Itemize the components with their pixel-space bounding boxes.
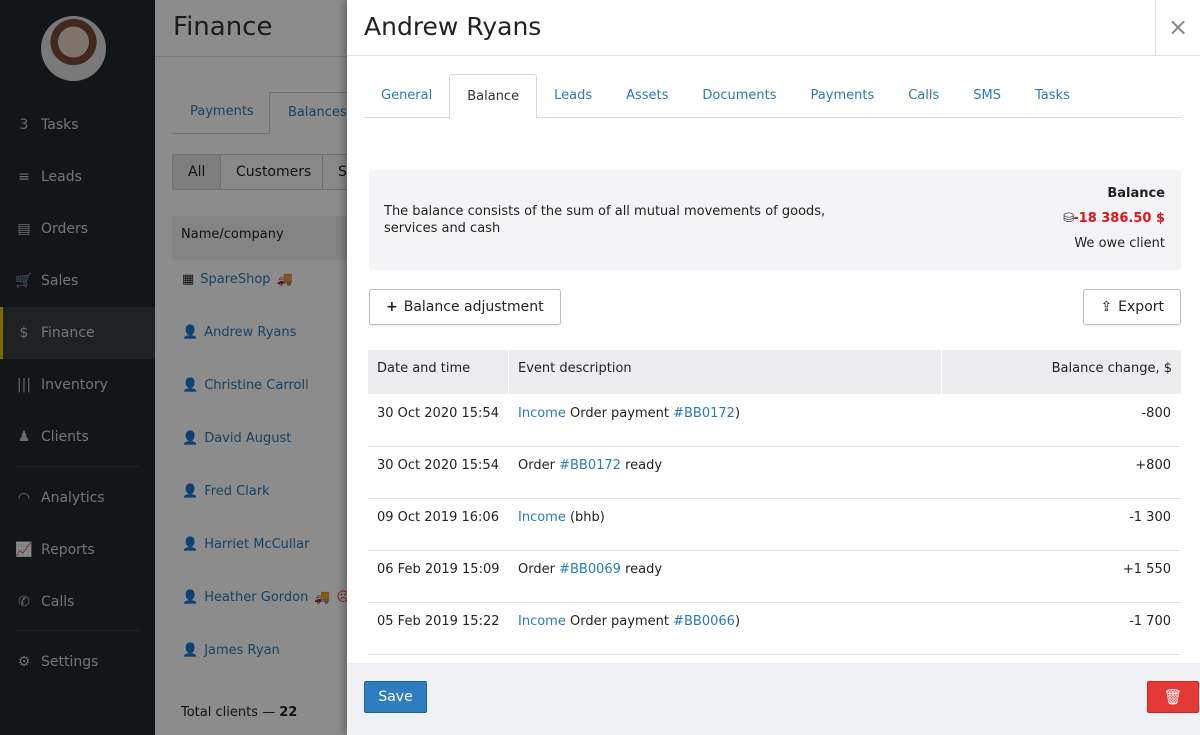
column-change: Balance change, $	[1051, 361, 1172, 376]
tab-sms[interactable]: SMS	[956, 74, 1018, 118]
order-link[interactable]: #BB0172	[673, 406, 735, 421]
tab-payments[interactable]: Payments	[794, 74, 892, 118]
event-text: Order	[518, 458, 555, 473]
change-cell: -1 300	[1129, 510, 1171, 525]
event-text: Order	[518, 562, 555, 577]
event-cell: Income (bhb)	[518, 510, 605, 525]
income-link[interactable]: Income	[518, 510, 566, 525]
event-text: (bhb)	[569, 510, 605, 525]
date-cell: 09 Oct 2019 16:06	[377, 510, 499, 525]
modal-footer: Save 🗑	[347, 663, 1200, 735]
event-cell: Order #BB0069 ready	[518, 562, 662, 577]
order-link[interactable]: #BB0069	[559, 562, 621, 577]
date-cell: 05 Feb 2019 15:22	[377, 614, 500, 629]
table-row: 30 Oct 2020 15:54 Income Order payment #B…	[368, 395, 1181, 447]
change-cell: +1 550	[1122, 562, 1171, 577]
event-cell: Income Order payment #BB0066)	[518, 614, 740, 629]
client-modal: Andrew Ryans × General Balance Leads Assets…	[347, 0, 1200, 735]
tab-documents[interactable]: Documents	[685, 74, 793, 118]
change-cell: -800	[1141, 406, 1171, 421]
income-link[interactable]: Income	[518, 406, 566, 421]
modal-title: Andrew Ryans	[364, 12, 542, 41]
tab-tasks[interactable]: Tasks	[1018, 74, 1087, 118]
change-cell: +800	[1135, 458, 1171, 473]
date-cell: 30 Oct 2020 15:54	[377, 406, 499, 421]
trash-icon: 🗑	[1163, 688, 1183, 706]
balance-status: We owe client	[1074, 236, 1165, 251]
table-row: 05 Feb 2019 15:22 Income Order payment #B…	[368, 603, 1181, 655]
balance-description: The balance consists of the sum of all m…	[384, 204, 826, 236]
tab-leads[interactable]: Leads	[537, 74, 609, 118]
delete-button[interactable]: 🗑	[1147, 681, 1199, 713]
event-text: Order payment	[569, 614, 669, 629]
tab-general[interactable]: General	[364, 74, 449, 118]
table-header: Date and time Event description Balance …	[368, 350, 1181, 394]
balance-adjustment-button[interactable]: + Balance adjustment	[369, 289, 561, 325]
event-cell: Income Order payment #BB0172)	[518, 406, 740, 421]
table-row: 30 Oct 2020 15:54 Order #BB0172 ready +800	[368, 447, 1181, 499]
order-link[interactable]: #BB0066	[673, 614, 735, 629]
event-cell: Order #BB0172 ready	[518, 458, 662, 473]
column-event: Event description	[509, 350, 942, 394]
column-date: Date and time	[368, 350, 509, 394]
export-icon: ⇪	[1100, 299, 1113, 315]
event-text: Order payment	[569, 406, 669, 421]
close-icon[interactable]: ×	[1155, 0, 1200, 56]
balance-info: The balance consists of the sum of all m…	[369, 170, 1181, 270]
event-text: ready	[625, 458, 663, 473]
tab-assets[interactable]: Assets	[609, 74, 685, 118]
event-text: ready	[625, 562, 663, 577]
date-cell: 30 Oct 2020 15:54	[377, 458, 499, 473]
export-button[interactable]: ⇪ Export	[1083, 289, 1181, 325]
tab-balance[interactable]: Balance	[449, 74, 538, 119]
save-button[interactable]: Save	[364, 681, 427, 713]
table-row: 09 Oct 2019 16:06 Income (bhb) -1 300	[368, 499, 1181, 551]
balance-amount: -18 386.50 $	[1073, 211, 1165, 226]
event-text: )	[734, 614, 741, 629]
income-link[interactable]: Income	[518, 614, 566, 629]
change-cell: -1 700	[1129, 614, 1171, 629]
tab-calls[interactable]: Calls	[891, 74, 956, 118]
event-text: )	[734, 406, 741, 421]
balance-label: Balance	[1107, 186, 1165, 201]
plus-icon: +	[386, 299, 398, 315]
order-link[interactable]: #BB0172	[559, 458, 621, 473]
modal-tabs: General Balance Leads Assets Documents Paymen…	[364, 74, 1181, 119]
date-cell: 06 Feb 2019 15:09	[377, 562, 500, 577]
modal-backdrop[interactable]	[0, 0, 347, 735]
table-row: 06 Feb 2019 15:09 Order #BB0069 ready +1 5…	[368, 551, 1181, 603]
